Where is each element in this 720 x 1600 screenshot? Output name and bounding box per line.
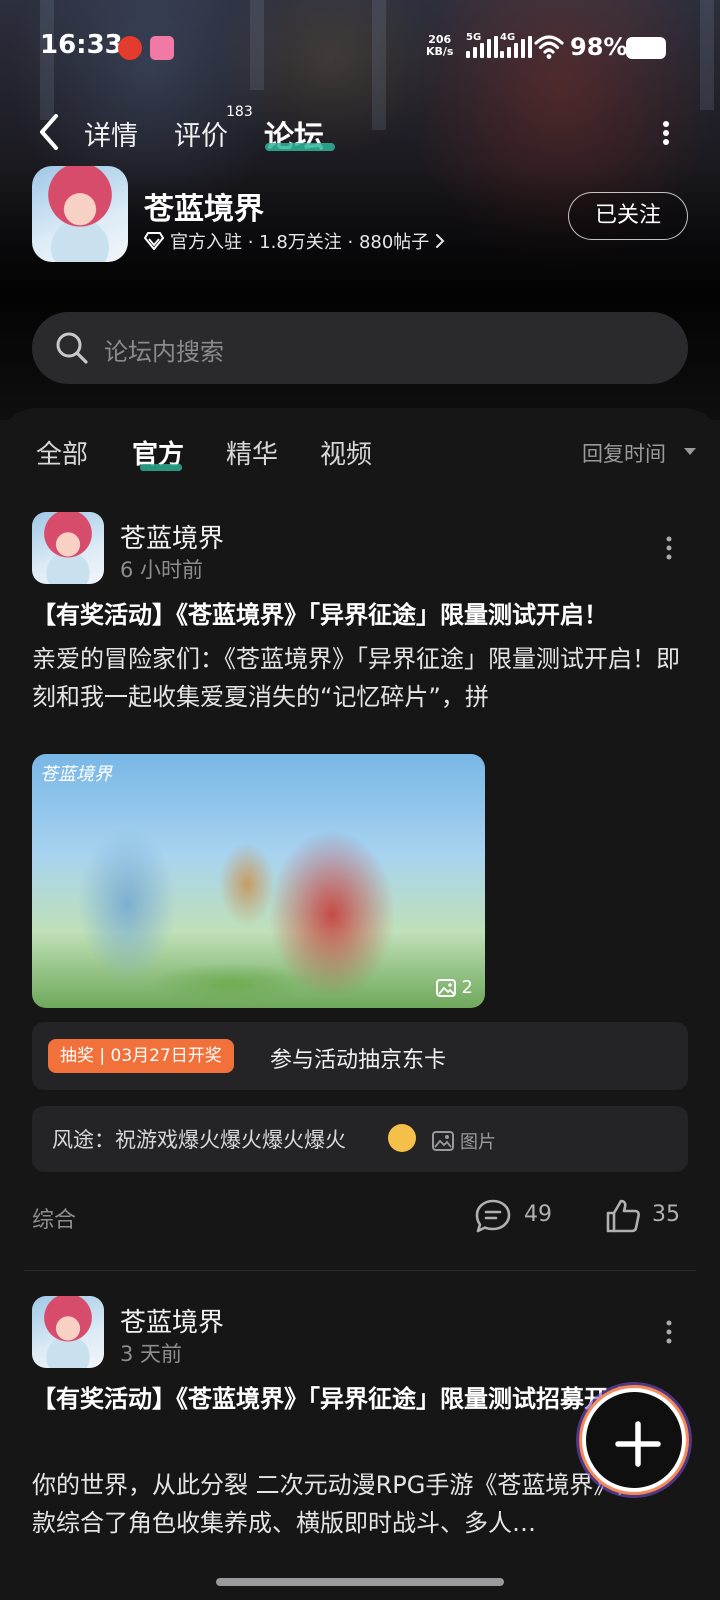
lottery-tag: 抽奖 | 03月27日开奖 (48, 1039, 234, 1073)
create-post-button[interactable] (582, 1388, 686, 1492)
post-time: 6 小时前 (120, 558, 204, 582)
more-options-icon[interactable] (662, 120, 670, 146)
tab-details[interactable]: 详情 (84, 114, 138, 153)
wifi-icon (534, 35, 564, 59)
filter-active-indicator (140, 464, 182, 471)
author-avatar[interactable] (32, 512, 104, 584)
top-comment-preview[interactable]: 风途：祝游戏爆火爆火爆火爆火 图片 (32, 1106, 688, 1172)
post-category[interactable]: 综合 (32, 1202, 76, 1234)
back-arrow-icon[interactable] (34, 110, 64, 154)
review-count-badge: 183 (226, 104, 253, 120)
bilibili-icon (150, 36, 174, 60)
follow-button[interactable]: 已关注 (568, 192, 688, 240)
search-placeholder: 论坛内搜索 (104, 338, 224, 366)
signal-4g-icon (500, 36, 532, 58)
game-name[interactable]: 苍蓝境界 (144, 184, 264, 228)
game-meta[interactable]: 官方入驻 · 1.8万关注 · 880帖子 (144, 228, 445, 254)
post-footer: 综合 49 35 (0, 1198, 720, 1238)
like-thumb-icon[interactable] (604, 1198, 642, 1234)
image-count-badge: 2 (435, 977, 473, 998)
search-icon (56, 332, 88, 364)
post-time: 3 天前 (120, 1342, 183, 1366)
image-watermark: 苍蓝境界 (40, 764, 112, 785)
top-navigation: 详情 评价 183 论坛 (0, 100, 720, 164)
post-title[interactable]: 【有奖活动】《苍蓝境界》「异界征途」限量测试开启！ (32, 596, 688, 634)
filter-tab-all[interactable]: 全部 (36, 434, 88, 471)
image-icon (435, 978, 456, 997)
post-more-icon[interactable] (666, 1320, 672, 1344)
active-tab-indicator (265, 143, 335, 151)
tab-reviews[interactable]: 评价 183 (174, 104, 253, 153)
caret-down-icon (684, 448, 696, 455)
top-comment-text: 风途：祝游戏爆火爆火爆火爆火 (52, 1128, 346, 1152)
comment-icon[interactable] (474, 1198, 512, 1234)
author-avatar[interactable] (32, 1296, 104, 1368)
diamond-verified-icon (144, 232, 164, 250)
picture-icon (432, 1131, 454, 1151)
battery-icon (626, 37, 666, 59)
post-divider (24, 1270, 696, 1271)
filter-tab-featured[interactable]: 精华 (226, 434, 278, 471)
network-speed-unit: KB/s (426, 45, 454, 58)
notification-app-icon (118, 36, 142, 60)
chevron-right-icon (436, 234, 445, 248)
laughing-emoji-icon (388, 1124, 416, 1152)
comment-image-label: 图片 (460, 1132, 496, 1153)
forum-search-input[interactable]: 论坛内搜索 (32, 312, 688, 384)
post-image[interactable]: 苍蓝境界 2 (32, 754, 485, 1008)
battery-percent: 98% (570, 33, 628, 61)
lottery-text: 参与活动抽京东卡 (270, 1048, 447, 1073)
sort-dropdown[interactable]: 回复时间 (582, 438, 666, 468)
tab-reviews-label: 评价 (174, 121, 228, 152)
comment-count: 49 (524, 1202, 552, 1227)
like-count: 35 (652, 1202, 680, 1227)
game-meta-text: 官方入驻 · 1.8万关注 · 880帖子 (170, 232, 430, 253)
post-more-icon[interactable] (666, 536, 672, 560)
game-icon[interactable] (32, 166, 128, 262)
post-author[interactable]: 苍蓝境界 (120, 1302, 224, 1339)
post-author[interactable]: 苍蓝境界 (120, 518, 224, 555)
comment-image-attachment: 图片 (432, 1128, 496, 1154)
plus-icon (615, 1421, 661, 1467)
filter-tab-video[interactable]: 视频 (320, 434, 372, 471)
post-card[interactable]: 苍蓝境界 6 小时前 【有奖活动】《苍蓝境界》「异界征途」限量测试开启！ 亲爱的… (0, 512, 720, 1252)
post-excerpt[interactable]: 你的世界，从此分裂 二次元动漫RPG手游《苍蓝境界》是一款综合了角色收集养成、横… (32, 1466, 688, 1542)
image-count: 2 (461, 977, 473, 998)
post-excerpt[interactable]: 亲爱的冒险家们：《苍蓝境界》「异界征途」限量测试开启！即刻和我一起收集爱夏消失的… (32, 640, 688, 716)
home-indicator[interactable] (216, 1578, 504, 1586)
network-speed: 206 KB/s (426, 34, 453, 58)
lottery-banner[interactable]: 抽奖 | 03月27日开奖 参与活动抽京东卡 (32, 1022, 688, 1090)
signal-5g-icon (466, 36, 498, 58)
status-bar: 16:33 206 KB/s 5G 4G 98% (0, 0, 720, 96)
status-time: 16:33 (40, 30, 123, 60)
